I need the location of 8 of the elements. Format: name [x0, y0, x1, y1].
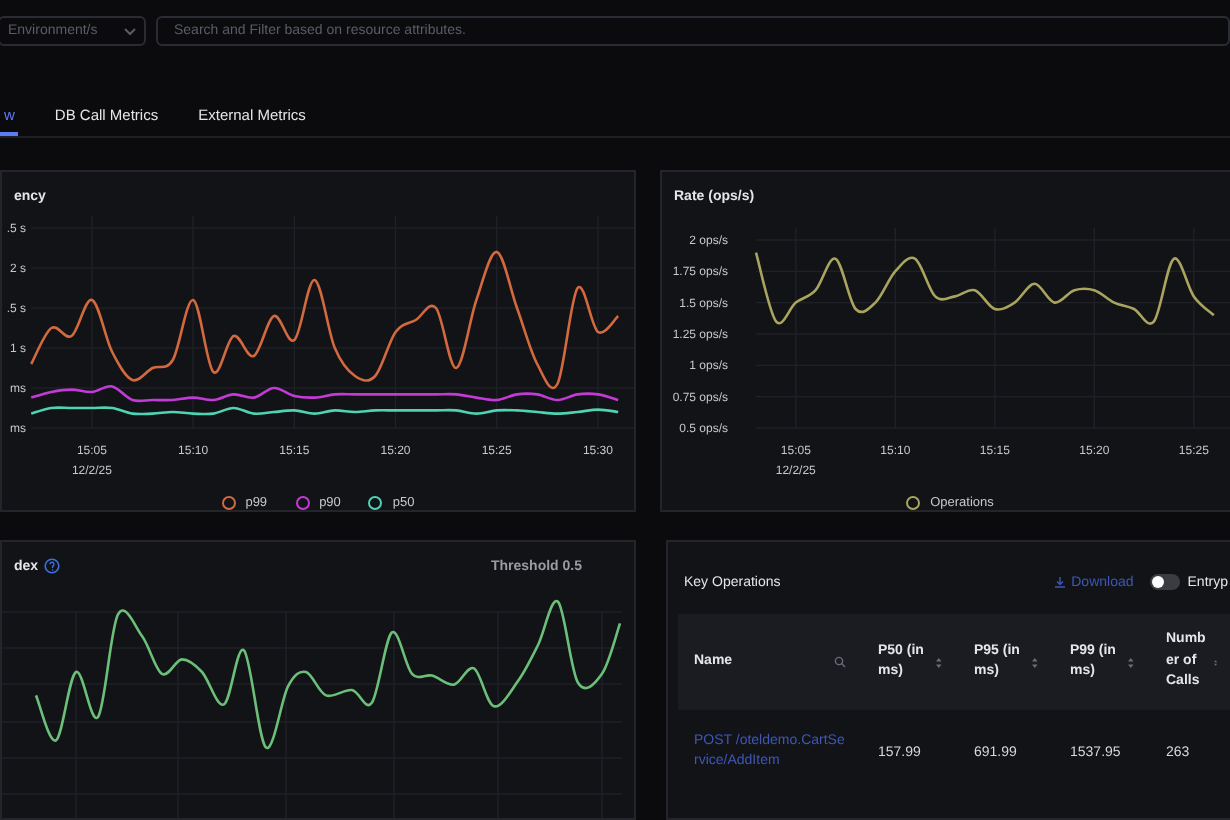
sort-icon[interactable]: [936, 655, 942, 669]
sort-icon[interactable]: [1032, 655, 1038, 669]
chevron-down-icon: [124, 27, 136, 35]
toggle-switch[interactable]: [1149, 574, 1180, 590]
sort-icon[interactable]: [1128, 655, 1134, 669]
help-icon[interactable]: [44, 558, 61, 574]
download-icon: [1053, 576, 1066, 588]
search-icon[interactable]: [834, 656, 846, 668]
